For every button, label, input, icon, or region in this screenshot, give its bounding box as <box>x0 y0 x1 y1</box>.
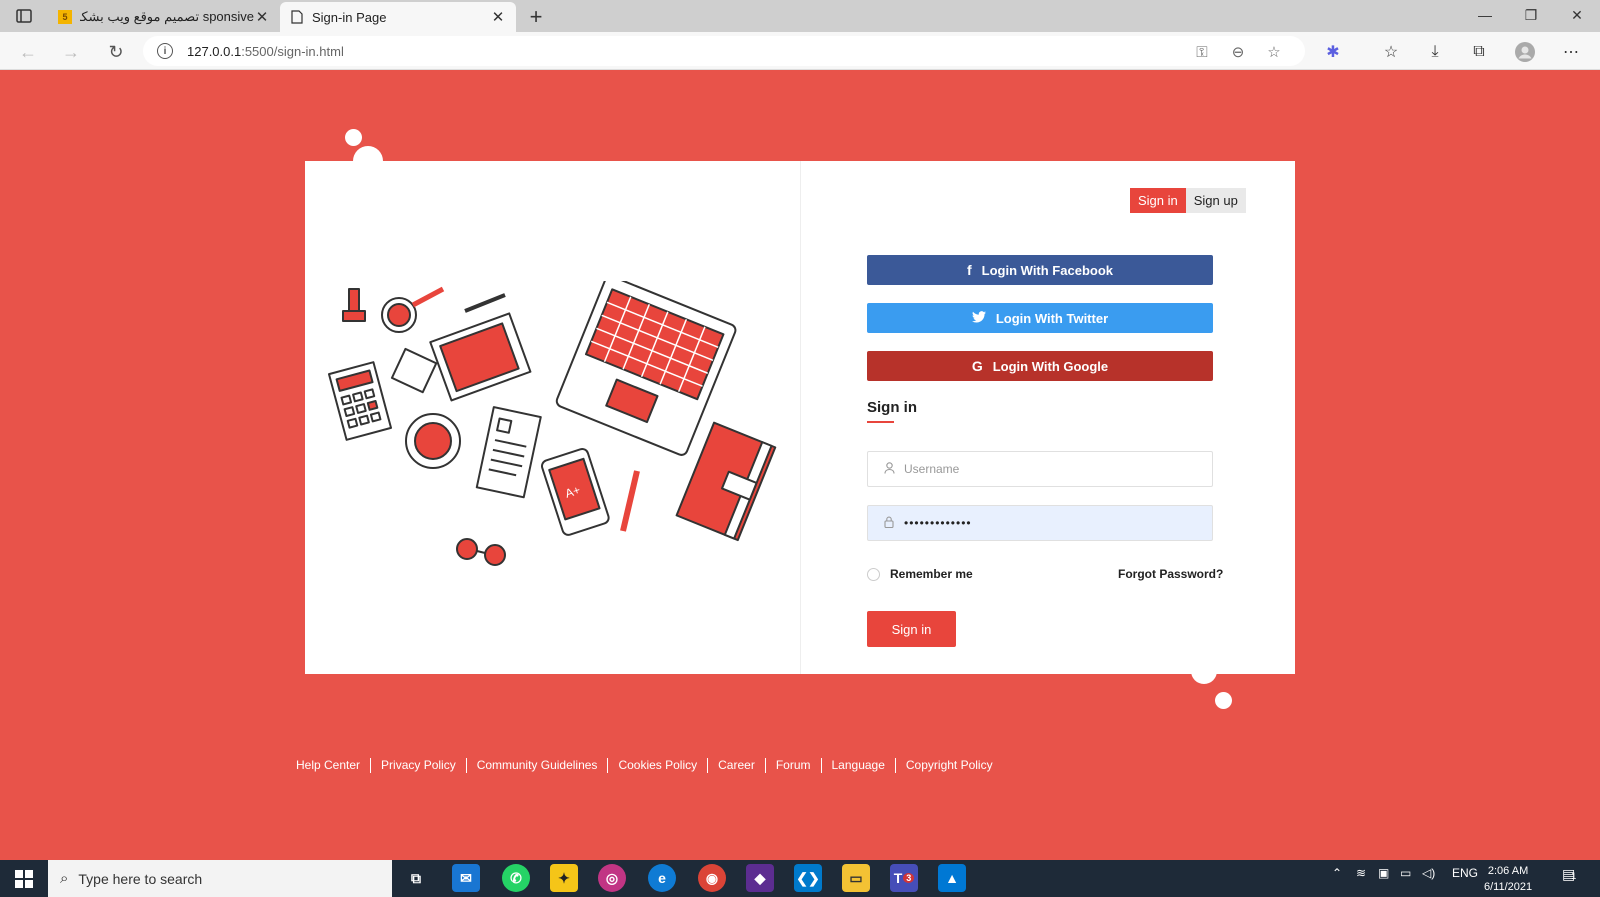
teams-badge: 3 <box>903 873 915 883</box>
notification-badge: 1 <box>1571 871 1577 881</box>
close-tab-icon[interactable]: ✕ <box>254 8 270 26</box>
search-icon: ⌕ <box>60 870 69 887</box>
profile-avatar[interactable] <box>1515 42 1535 62</box>
forward-icon[interactable]: → <box>59 40 83 64</box>
desk-illustration: A+ <box>327 281 777 566</box>
notifications-icon[interactable]: ▤1 <box>1562 866 1576 883</box>
chrome-icon[interactable]: ◉ <box>698 864 726 892</box>
battery-icon[interactable]: ▭ <box>1400 866 1411 880</box>
google-icon: G <box>971 358 983 374</box>
close-window-icon[interactable]: ✕ <box>1554 0 1600 30</box>
restore-icon[interactable]: ❐ <box>1508 0 1554 30</box>
meet-now-icon[interactable]: ▣ <box>1378 866 1389 880</box>
username-placeholder: Username <box>904 462 960 476</box>
login-google-button[interactable]: G Login With Google <box>867 351 1213 381</box>
mail-icon[interactable]: ✉ <box>452 864 480 892</box>
form-title: Sign in <box>867 399 917 416</box>
extension-icon[interactable]: ✱ <box>1323 42 1343 62</box>
remember-me-radio[interactable] <box>867 567 880 581</box>
footer-links: Help Center Privacy Policy Community Gui… <box>290 758 1003 773</box>
browser-toolbar: ← → ↻ i 127.0.0.1:5500/sign-in.html ⚿ ⊖ … <box>0 32 1600 70</box>
facebook-icon: f <box>967 262 972 278</box>
add-favorite-icon[interactable]: ☆ <box>1265 43 1283 61</box>
taskbar-search-input[interactable]: ⌕ Type here to search <box>48 860 392 897</box>
sign-in-button[interactable]: Sign in <box>867 611 956 647</box>
visual-studio-icon[interactable]: ◆ <box>746 864 774 892</box>
login-twitter-label: Login With Twitter <box>995 310 1109 326</box>
more-menu-icon[interactable]: ⋯ <box>1561 42 1581 62</box>
clock-date: 6/11/2021 <box>1484 881 1533 893</box>
downloads-icon[interactable]: ⤓ <box>1425 42 1445 62</box>
card-divider <box>800 161 801 674</box>
lock-icon <box>882 516 896 531</box>
forgot-password-link[interactable]: Forgot Password? <box>1118 567 1223 581</box>
username-input[interactable]: Username <box>867 451 1213 487</box>
remember-me-label: Remember me <box>890 567 973 581</box>
key-icon[interactable]: ⚿ <box>1193 43 1211 61</box>
twitter-icon <box>971 310 986 326</box>
site-info-icon[interactable]: i <box>157 43 173 59</box>
photos-icon[interactable]: ▲ <box>938 864 966 892</box>
url-text: 127.0.0.1:5500/sign-in.html <box>187 43 344 59</box>
remember-me[interactable]: Remember me <box>867 567 973 581</box>
minimize-icon[interactable]: — <box>1462 0 1508 30</box>
signin-card: A+ Sign in Sign up f Login With Facebook <box>305 161 1295 674</box>
login-twitter-button[interactable]: Login With Twitter <box>867 303 1213 333</box>
password-value: ••••••••••••• <box>904 516 972 530</box>
footer-link-copyright-policy[interactable]: Copyright Policy <box>894 758 1003 773</box>
browser-tab-bar: 5 sponsive تصميم موقع ويب بشكل ✕ Sign-in… <box>0 0 1600 32</box>
tab-actions-icon[interactable] <box>0 0 48 32</box>
instagram-icon[interactable]: ◎ <box>598 864 626 892</box>
favorites-icon[interactable]: ☆ <box>1381 42 1401 62</box>
login-google-label: Login With Google <box>992 358 1109 374</box>
show-hidden-icons[interactable]: ⌃ <box>1332 866 1342 880</box>
tab-title: Sign-in Page <box>312 9 387 25</box>
sticky-app-icon[interactable]: ✦ <box>550 864 578 892</box>
address-bar[interactable]: i 127.0.0.1:5500/sign-in.html ⚿ ⊖ ☆ <box>143 36 1305 66</box>
windows-start-icon[interactable] <box>0 860 48 897</box>
vscode-icon[interactable]: ❮❯ <box>794 864 822 892</box>
collections-icon[interactable]: ⧉ <box>1469 42 1489 62</box>
footer-link-help-center[interactable]: Help Center <box>290 758 370 773</box>
tab-responsive-design[interactable]: 5 sponsive تصميم موقع ويب بشكل ✕ <box>48 2 280 32</box>
user-icon <box>882 461 896 477</box>
decor-dot <box>1215 692 1232 709</box>
tab-sign-in-page[interactable]: Sign-in Page ✕ <box>280 2 516 32</box>
footer-link-privacy-policy[interactable]: Privacy Policy <box>370 758 466 773</box>
form-title-underline <box>867 421 894 423</box>
volume-icon[interactable]: ◁) <box>1422 866 1435 880</box>
new-tab-button[interactable]: + <box>516 2 556 32</box>
page-icon <box>290 10 304 24</box>
footer-link-cookies-policy[interactable]: Cookies Policy <box>607 758 707 773</box>
login-facebook-button[interactable]: f Login With Facebook <box>867 255 1213 285</box>
signin-tab[interactable]: Sign in <box>1130 188 1186 213</box>
back-icon[interactable]: ← <box>16 40 40 64</box>
auth-switch: Sign in Sign up <box>1130 188 1246 213</box>
footer-link-community-guidelines[interactable]: Community Guidelines <box>465 758 608 773</box>
taskbar-clock[interactable]: 2:06 AM 6/11/2021 <box>1484 863 1532 895</box>
file-explorer-icon[interactable]: ▭ <box>842 864 870 892</box>
clock-time: 2:06 AM <box>1487 865 1529 877</box>
signup-tab[interactable]: Sign up <box>1185 188 1246 213</box>
decor-dot <box>345 129 362 146</box>
tab-favicon-icon: 5 <box>58 10 72 24</box>
whatsapp-icon[interactable]: ✆ <box>502 864 530 892</box>
tab-title: sponsive تصميم موقع ويب بشكل <box>80 9 254 24</box>
password-input[interactable]: ••••••••••••• <box>867 505 1213 541</box>
wifi-icon[interactable]: ≋ <box>1356 866 1366 880</box>
taskbar-search-placeholder: Type here to search <box>78 870 203 887</box>
close-tab-icon[interactable]: ✕ <box>490 8 506 26</box>
login-facebook-label: Login With Facebook <box>981 262 1113 278</box>
edge-icon[interactable]: e <box>648 864 676 892</box>
language-indicator[interactable]: ENG <box>1452 866 1478 880</box>
zoom-out-icon[interactable]: ⊖ <box>1229 43 1247 61</box>
refresh-icon[interactable]: ↻ <box>104 40 128 64</box>
footer-link-career[interactable]: Career <box>707 758 765 773</box>
footer-link-language[interactable]: Language <box>820 758 895 773</box>
teams-icon[interactable]: T3 <box>890 864 918 892</box>
task-view-icon[interactable]: ⧉ <box>402 864 430 892</box>
footer-link-forum[interactable]: Forum <box>764 758 821 773</box>
